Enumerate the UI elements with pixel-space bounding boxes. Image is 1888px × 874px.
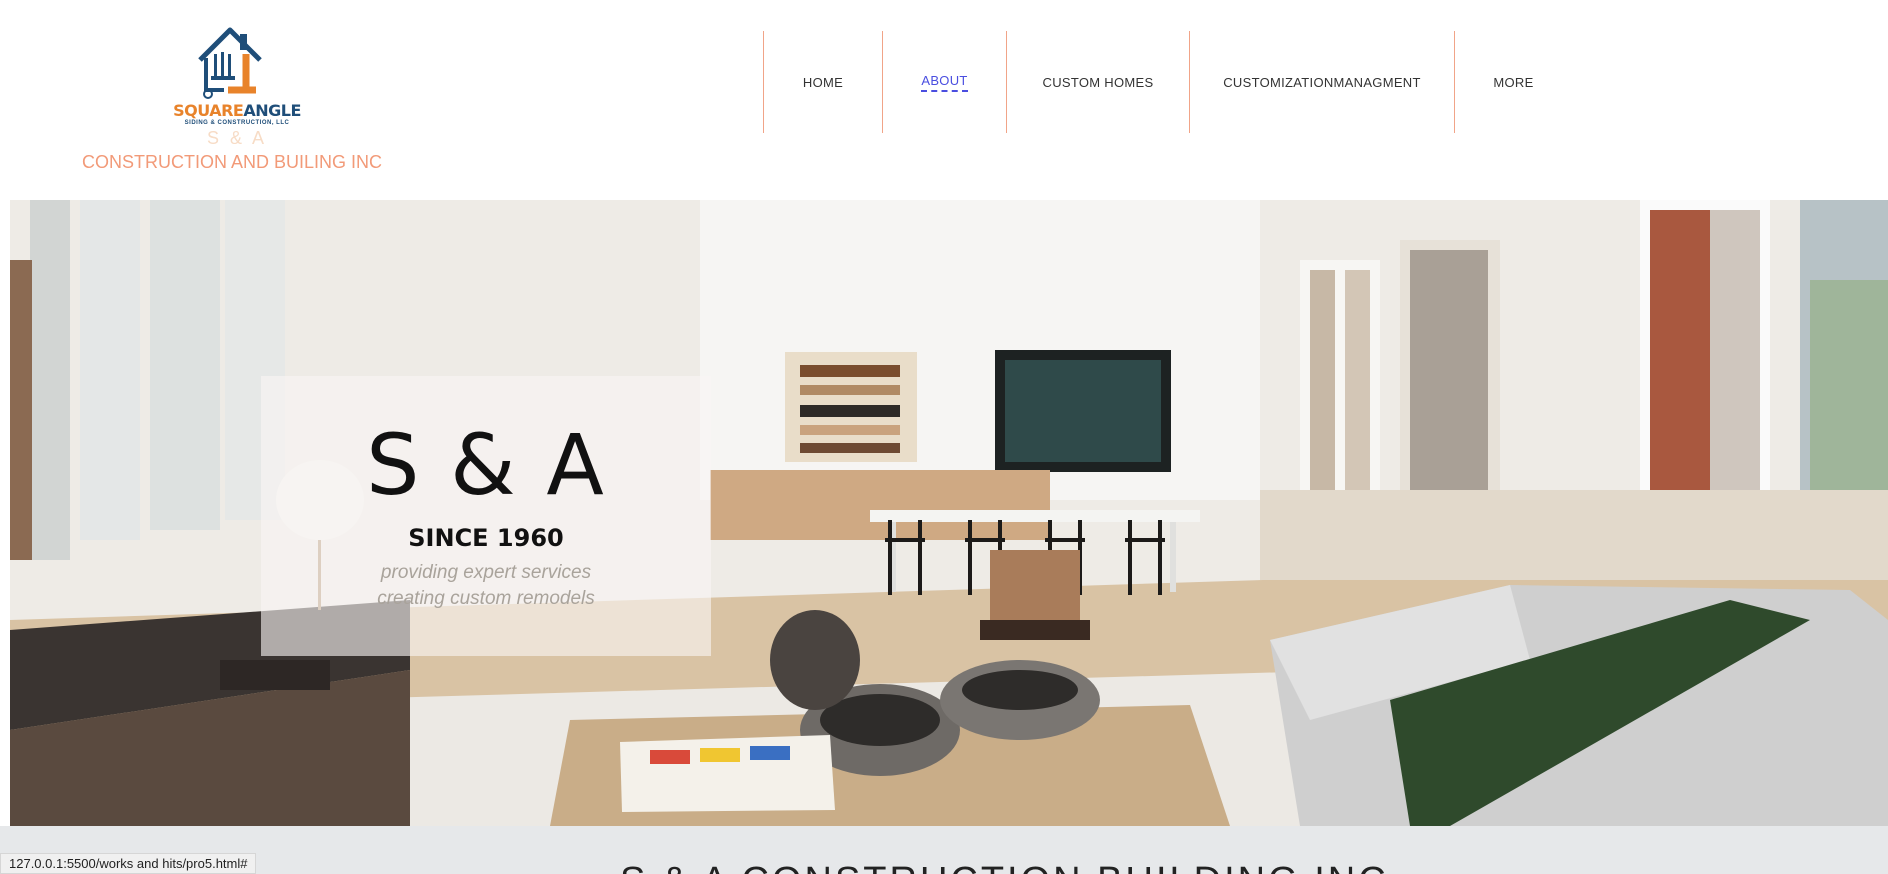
brand-full-name: CONSTRUCTION AND BUILING INC bbox=[82, 152, 383, 172]
logo-word-angle: ANGLE bbox=[243, 101, 301, 120]
site-header: SQUAREANGLE SIDING & CONSTRUCTION, LLC S… bbox=[0, 0, 1888, 200]
hero-card: S & A SINCE 1960 providing expert servic… bbox=[261, 376, 711, 656]
nav-item-customization-management[interactable]: CUSTOMIZATIONMANAGMENT bbox=[1189, 31, 1454, 133]
nav-item-more[interactable]: MORE bbox=[1454, 31, 1572, 133]
intro-section: S & A CONSTRUCTION BUILDING INC bbox=[0, 826, 1888, 874]
hero-tagline-2: creating custom remodels bbox=[377, 588, 595, 609]
nav-label-custom-homes: CUSTOM HOMES bbox=[1042, 74, 1154, 90]
hero-since: SINCE 1960 bbox=[408, 524, 564, 552]
section-title: S & A CONSTRUCTION BUILDING INC bbox=[620, 860, 1389, 874]
hero-title: S & A bbox=[366, 416, 606, 514]
brand-short-name: S & A bbox=[206, 128, 268, 148]
nav-label-customization-management: CUSTOMIZATIONMANAGMENT bbox=[1223, 74, 1421, 90]
hero-banner: S & A SINCE 1960 providing expert servic… bbox=[10, 200, 1888, 826]
nav-label-about: ABOUT bbox=[921, 73, 968, 92]
nav-item-custom-homes[interactable]: CUSTOM HOMES bbox=[1006, 31, 1189, 133]
nav-item-home[interactable]: HOME bbox=[763, 31, 882, 133]
logo-word-square: SQUARE bbox=[173, 101, 244, 120]
logo-subtitle: SIDING & CONSTRUCTION, LLC bbox=[184, 120, 290, 126]
nav-item-about[interactable]: ABOUT bbox=[882, 31, 1006, 133]
nav-label-more: MORE bbox=[1493, 74, 1534, 90]
main-nav: HOME ABOUT CUSTOM HOMES CUSTOMIZATIONMAN… bbox=[763, 31, 1572, 133]
logo-wordmark: SQUAREANGLE bbox=[172, 101, 302, 120]
brand[interactable]: SQUAREANGLE SIDING & CONSTRUCTION, LLC S… bbox=[82, 24, 382, 184]
browser-status-url: 127.0.0.1:5500/works and hits/pro5.html# bbox=[0, 853, 257, 874]
company-logo[interactable]: SQUAREANGLE SIDING & CONSTRUCTION, LLC bbox=[172, 24, 301, 128]
hero-tagline-1: providing expert services bbox=[380, 562, 592, 583]
nav-label-home: HOME bbox=[802, 74, 844, 90]
house-tools-icon bbox=[198, 27, 262, 99]
